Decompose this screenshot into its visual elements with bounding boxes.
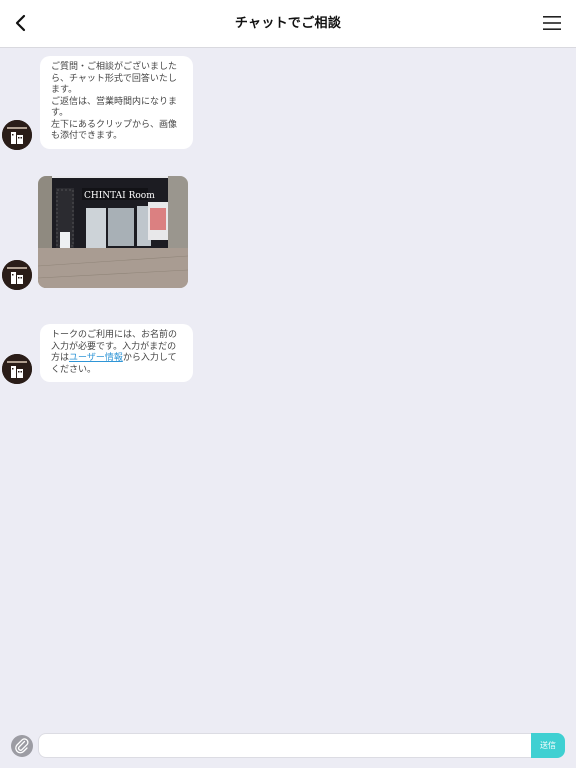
store-sign: CHINTAI Room	[84, 191, 155, 201]
chat-area[interactable]: ご質問・ご相談がございました ら、チャット形式で回答いたし ます。 ご返信は、営…	[0, 48, 576, 728]
page-title: チャットでご相談	[234, 16, 342, 31]
avatar	[2, 120, 32, 150]
attach-button[interactable]	[11, 735, 33, 757]
shop-logo-icon	[2, 120, 32, 150]
message-bubble: ご質問・ご相談がございました ら、チャット形式で回答いたし ます。 ご返信は、営…	[40, 56, 193, 149]
message-text: 方は	[51, 353, 70, 363]
message-line: ご返信は、営業時間内になりま	[51, 96, 178, 107]
avatar	[2, 354, 32, 384]
message-line: 入力が必要です。入力がまだの	[51, 341, 177, 352]
message-line: ます。	[51, 85, 78, 95]
header-bar: チャットでご相談	[0, 0, 576, 48]
storefront-image: CHINTAI Room	[38, 176, 188, 288]
message-line: トークのご利用には、お名前の	[51, 330, 178, 340]
message-bubble: トークのご利用には、お名前の 入力が必要です。入力がまだの 方はユーザー情報から…	[40, 324, 193, 382]
message-line: 方はユーザー情報から入力して	[51, 353, 183, 365]
message-line: 左下にあるクリップから、画像	[51, 119, 178, 130]
message-line: も添付できます。	[51, 131, 123, 141]
paperclip-icon	[15, 738, 29, 754]
message-line: ください。	[51, 364, 97, 375]
shop-logo-icon	[2, 354, 32, 384]
send-button[interactable]: 送信	[531, 733, 565, 758]
user-info-link[interactable]: ユーザー情報	[69, 353, 123, 363]
storefront-photo[interactable]: CHINTAI Room	[38, 176, 188, 288]
message-line: ご質問・ご相談がございました	[51, 62, 178, 72]
avatar	[2, 260, 32, 290]
message-line: ら、チャット形式で回答いたし	[51, 73, 177, 84]
shop-logo-icon	[2, 260, 32, 290]
message-composer: 送信	[0, 728, 576, 768]
message-text: から入力して	[122, 353, 177, 363]
message-line: す。	[51, 108, 69, 118]
hamburger-menu-icon[interactable]	[542, 14, 562, 32]
message-input[interactable]	[38, 733, 532, 758]
